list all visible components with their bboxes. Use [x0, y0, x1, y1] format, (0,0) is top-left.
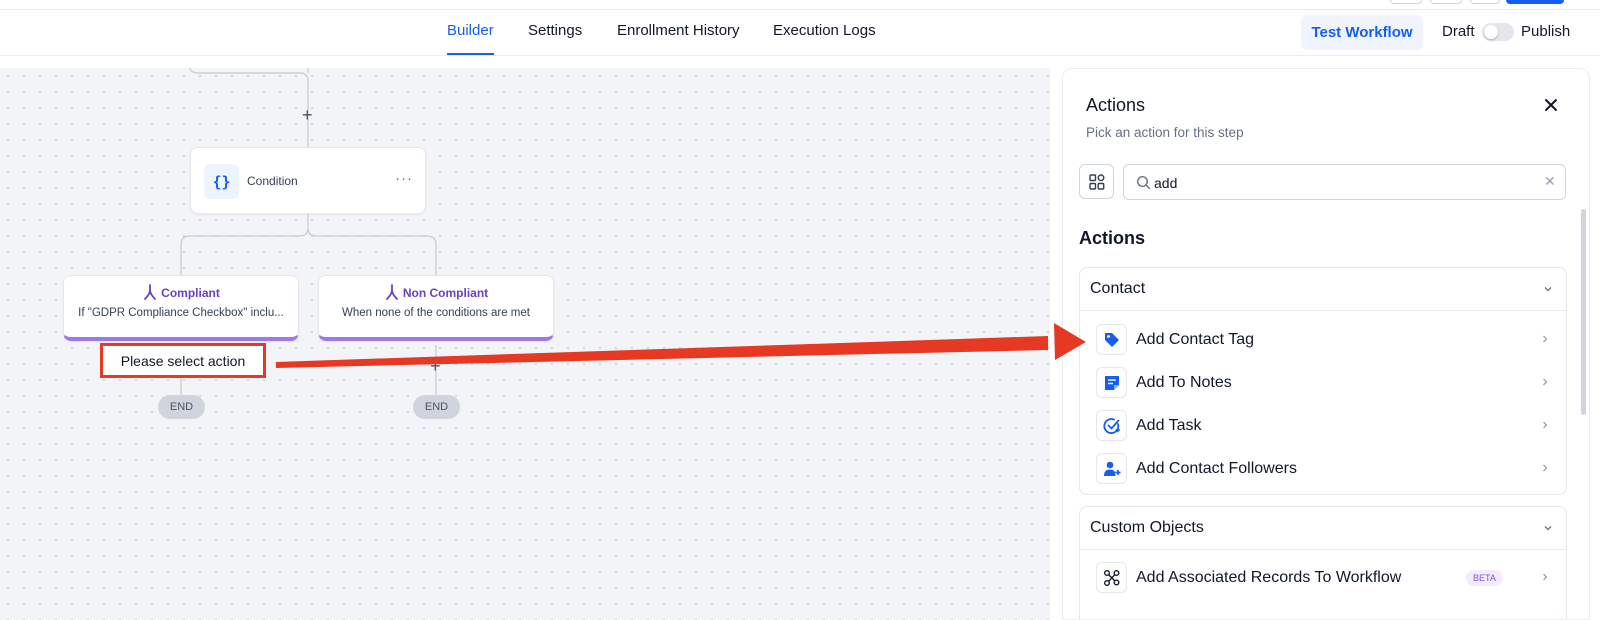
branch-description: If "GDPR Compliance Checkbox" inclu...: [78, 307, 284, 319]
chevron-right-icon: [1543, 573, 1548, 581]
panel-scrollbar[interactable]: [1581, 209, 1586, 415]
action-label: Add Contact Followers: [1136, 460, 1297, 477]
action-item-add-contact-tag[interactable]: Add Contact Tag: [1080, 318, 1566, 361]
select-action-placeholder[interactable]: Please select action: [100, 343, 266, 378]
tab-execution-logs[interactable]: Execution Logs: [773, 22, 876, 39]
chevron-right-icon: [1543, 378, 1548, 386]
chevron-down-icon: [1544, 526, 1552, 531]
branch-header: Non Compliant: [319, 284, 553, 300]
group-header-custom-objects[interactable]: Custom Objects: [1080, 507, 1566, 550]
chevron-down-icon: [1544, 287, 1552, 292]
actions-section-title: Actions: [1079, 228, 1146, 248]
condition-braces-icon: {}: [204, 164, 239, 199]
toolbar-button-partial[interactable]: [1470, 0, 1500, 4]
branch-non-compliant[interactable]: Non Compliant When none of the condition…: [318, 275, 554, 341]
group-label: Custom Objects: [1090, 519, 1204, 536]
panel-title: Actions: [1086, 95, 1146, 115]
branch-name: Compliant: [161, 286, 220, 300]
group-label: Contact: [1090, 280, 1146, 297]
close-icon[interactable]: [1541, 95, 1561, 115]
tag-icon: [1096, 324, 1127, 355]
branch-split-icon: [385, 284, 398, 300]
action-label: Add Task: [1136, 417, 1202, 434]
action-group-custom-objects: Custom Objects Add Associated Records To…: [1079, 506, 1567, 619]
panel-subtitle: Pick an action for this step: [1086, 125, 1244, 140]
end-node: END: [413, 395, 460, 419]
clear-search-icon[interactable]: ✕: [1544, 173, 1556, 190]
publish-label: Publish: [1521, 23, 1571, 40]
action-item-add-associated-records[interactable]: Add Associated Records To Workflow BETA: [1080, 556, 1566, 599]
top-strip: [0, 0, 1600, 10]
grid-shapes-icon: [1088, 173, 1104, 190]
publish-toggle[interactable]: [1482, 23, 1514, 41]
actions-panel: Actions Pick an action for this step ✕ A…: [1062, 68, 1590, 620]
action-label: Add Contact Tag: [1136, 331, 1255, 348]
user-add-icon: [1096, 453, 1127, 484]
beta-badge: BETA: [1466, 570, 1503, 586]
search-icon: [1136, 175, 1151, 190]
associate-nodes-icon: [1096, 562, 1127, 593]
toolbar-button-partial[interactable]: [1390, 0, 1422, 4]
action-label: Add To Notes: [1136, 374, 1232, 391]
search-input[interactable]: [1154, 173, 1534, 193]
draft-label: Draft: [1442, 23, 1475, 40]
toolbar-button-partial[interactable]: [1430, 0, 1462, 4]
condition-node-label: Condition: [247, 174, 298, 188]
node-more-menu-icon[interactable]: ···: [395, 170, 413, 187]
test-workflow-button[interactable]: Test Workflow: [1301, 15, 1423, 50]
chevron-right-icon: [1543, 335, 1548, 343]
toggle-knob: [1484, 25, 1498, 39]
branch-name: Non Compliant: [402, 286, 489, 300]
category-grid-button[interactable]: [1079, 164, 1114, 199]
action-search: ✕: [1123, 164, 1566, 200]
action-item-add-task[interactable]: Add Task: [1080, 404, 1566, 447]
active-tab-indicator: [447, 53, 494, 55]
action-group-contact: Contact Add Contact Tag Add To Notes Add…: [1079, 267, 1567, 495]
chevron-right-icon: [1543, 464, 1548, 472]
workflow-navbar: Builder Settings Enrollment History Exec…: [0, 10, 1600, 56]
task-check-icon: [1096, 410, 1127, 441]
add-step-plus[interactable]: +: [302, 106, 313, 124]
condition-node[interactable]: {} Condition ···: [190, 147, 426, 214]
primary-button-partial[interactable]: [1506, 0, 1564, 4]
workflow-canvas[interactable]: + {} Condition ··· Compliant If "GDPR Co…: [0, 68, 1050, 620]
action-item-add-contact-followers[interactable]: Add Contact Followers: [1080, 447, 1566, 490]
tab-settings[interactable]: Settings: [528, 22, 582, 39]
branch-compliant[interactable]: Compliant If "GDPR Compliance Checkbox" …: [63, 275, 299, 341]
action-item-add-to-notes[interactable]: Add To Notes: [1080, 361, 1566, 404]
tab-enrollment-history[interactable]: Enrollment History: [617, 22, 740, 39]
chevron-right-icon: [1543, 421, 1548, 429]
action-label: Add Associated Records To Workflow: [1136, 569, 1402, 586]
branch-description: When none of the conditions are met: [342, 307, 530, 319]
add-step-plus[interactable]: +: [430, 357, 441, 375]
tab-builder[interactable]: Builder: [447, 22, 494, 39]
note-icon: [1096, 367, 1127, 398]
end-node: END: [158, 395, 205, 419]
group-header-contact[interactable]: Contact: [1080, 268, 1566, 311]
branch-split-icon: [144, 284, 157, 300]
branch-header: Compliant: [64, 284, 298, 300]
